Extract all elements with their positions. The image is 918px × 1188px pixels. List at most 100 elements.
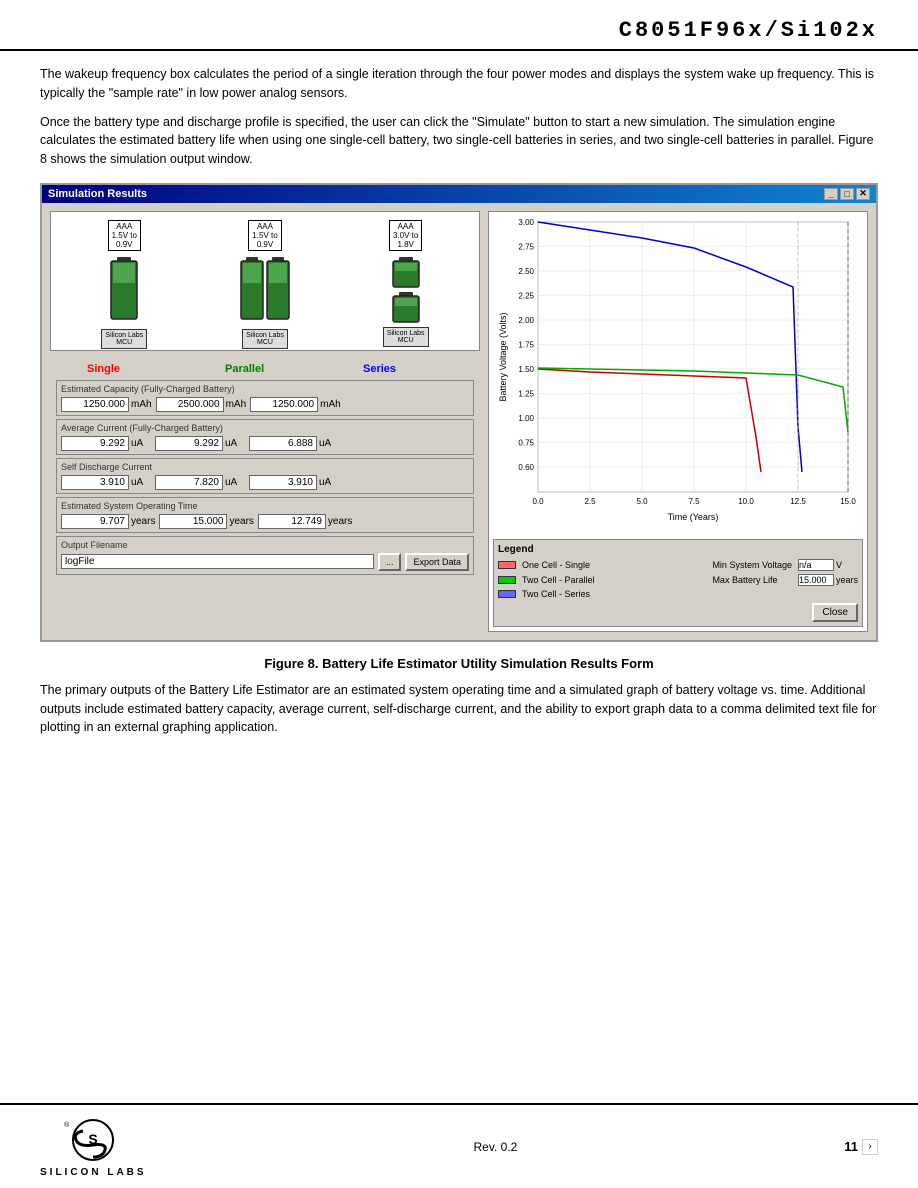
battery-svg-series-2	[391, 292, 421, 325]
battery-chart: 3.00 2.75 2.50 2.25 2.00 1.75 1.50 1.25 …	[489, 212, 867, 532]
battery-label-series: AAA 3.0V to 1.8V	[389, 220, 422, 251]
capacity-title: Estimated Capacity (Fully-Charged Batter…	[61, 384, 469, 394]
capacity-single-input[interactable]	[61, 397, 129, 412]
self-discharge-title: Self Discharge Current	[61, 462, 469, 472]
self-discharge-series-group: uA	[249, 475, 339, 490]
next-page-arrow[interactable]: ›	[862, 1139, 878, 1155]
footer-page-area: 11 ›	[844, 1139, 878, 1155]
battery-config-single: AAA 1.5V to 0.9V Silicon LabsMC	[101, 220, 147, 342]
page-container: C8051F96x/Si102x The wakeup frequency bo…	[0, 0, 918, 1188]
mcu-label-single: Silicon LabsMCU	[101, 329, 147, 349]
svg-text:1.75: 1.75	[518, 340, 534, 349]
op-time-parallel-group: years	[159, 514, 253, 529]
svg-text:Battery Voltage (Volts): Battery Voltage (Volts)	[498, 312, 508, 401]
avg-current-title: Average Current (Fully-Charged Battery)	[61, 423, 469, 433]
avg-current-series-unit: uA	[319, 438, 337, 449]
self-discharge-parallel-group: uA	[155, 475, 245, 490]
figure-caption: Figure 8. Battery Life Estimator Utility…	[40, 656, 878, 671]
self-discharge-single-input[interactable]	[61, 475, 129, 490]
self-discharge-parallel-unit: uA	[225, 477, 243, 488]
svg-text:2.5: 2.5	[584, 497, 596, 506]
output-filename-section: Output Filename ... Export Data	[56, 536, 474, 575]
output-filename-title: Output Filename	[61, 540, 469, 550]
self-discharge-row: uA uA uA	[61, 475, 469, 490]
page-number: 11	[844, 1139, 858, 1154]
minimize-button[interactable]: _	[824, 188, 838, 200]
silicon-labs-logo-svg: S ®	[58, 1115, 128, 1165]
sim-body: AAA 1.5V to 0.9V Silicon LabsMC	[42, 203, 876, 640]
legend-close-button[interactable]: Close	[812, 603, 858, 622]
battery-diagram-area: AAA 1.5V to 0.9V Silicon LabsMC	[50, 211, 480, 351]
svg-text:2.00: 2.00	[518, 316, 534, 325]
maximize-button[interactable]: □	[840, 188, 854, 200]
svg-text:10.0: 10.0	[738, 497, 754, 506]
max-life-input[interactable]	[798, 574, 834, 586]
label-parallel: Parallel	[225, 363, 305, 375]
op-time-series-input[interactable]	[258, 514, 326, 529]
min-voltage-input[interactable]	[798, 559, 834, 571]
op-time-single-unit: years	[131, 516, 155, 527]
capacity-single-group: mAh	[61, 397, 152, 412]
svg-text:Time (Years): Time (Years)	[668, 512, 719, 522]
paragraph-2: Once the battery type and discharge prof…	[40, 113, 878, 169]
legend-max-life-group: years	[798, 574, 858, 586]
battery-config-series: AAA 3.0V to 1.8V	[383, 220, 429, 342]
svg-text:®: ®	[64, 1121, 70, 1129]
browse-button[interactable]: ...	[378, 553, 402, 571]
battery-label-parallel: AAA 1.5V to 0.9V	[248, 220, 281, 251]
svg-text:0.0: 0.0	[532, 497, 544, 506]
svg-text:15.0: 15.0	[840, 497, 856, 506]
svg-text:1.25: 1.25	[518, 389, 534, 398]
page-title: C8051F96x/Si102x	[619, 18, 878, 43]
svg-text:12.5: 12.5	[790, 497, 806, 506]
svg-text:7.5: 7.5	[688, 497, 700, 506]
close-button[interactable]: ✕	[856, 188, 870, 200]
output-filename-row: ... Export Data	[61, 553, 469, 571]
op-time-parallel-input[interactable]	[159, 514, 227, 529]
battery-svg-series-1	[391, 257, 421, 290]
avg-current-series-input[interactable]	[249, 436, 317, 451]
op-time-parallel-unit: years	[229, 516, 253, 527]
footer-rev: Rev. 0.2	[474, 1140, 518, 1154]
sim-titlebar: Simulation Results _ □ ✕	[42, 185, 876, 203]
op-time-single-input[interactable]	[61, 514, 129, 529]
svg-text:2.25: 2.25	[518, 291, 534, 300]
sim-right-panel: 3.00 2.75 2.50 2.25 2.00 1.75 1.50 1.25 …	[488, 211, 868, 632]
self-discharge-parallel-input[interactable]	[155, 475, 223, 490]
svg-text:1.00: 1.00	[518, 414, 534, 423]
body-paragraph: The primary outputs of the Battery Life …	[40, 681, 878, 737]
svg-text:S: S	[89, 1131, 98, 1147]
self-discharge-series-input[interactable]	[249, 475, 317, 490]
legend-grid: One Cell - Single Min System Voltage V T…	[498, 559, 858, 599]
capacity-series-group: mAh	[250, 397, 341, 412]
capacity-series-input[interactable]	[250, 397, 318, 412]
mcu-label-series: Silicon LabsMCU	[383, 327, 429, 347]
avg-current-series-group: uA	[249, 436, 339, 451]
self-discharge-series-unit: uA	[319, 477, 337, 488]
capacity-parallel-input[interactable]	[156, 397, 224, 412]
svg-text:5.0: 5.0	[636, 497, 648, 506]
svg-text:0.75: 0.75	[518, 438, 534, 447]
output-filename-input[interactable]	[61, 554, 374, 569]
export-button[interactable]: Export Data	[405, 553, 469, 571]
legend-min-voltage-group: V	[798, 559, 858, 571]
mcu-label-parallel: Silicon LabsMCU	[242, 329, 288, 349]
operating-time-section: Estimated System Operating Time years ye…	[56, 497, 474, 533]
legend-label-min-voltage: Min System Voltage	[712, 560, 792, 570]
operating-time-row: years years years	[61, 514, 469, 529]
footer-logo-text: SILICON LABS	[40, 1167, 147, 1178]
label-series: Series	[363, 363, 443, 375]
close-btn-container: Close	[498, 603, 858, 622]
footer: S ® SILICON LABS Rev. 0.2 11 ›	[0, 1103, 918, 1188]
capacity-parallel-unit: mAh	[226, 399, 247, 410]
capacity-parallel-group: mAh	[156, 397, 247, 412]
legend-label-parallel: Two Cell - Parallel	[522, 575, 706, 585]
svg-text:3.00: 3.00	[518, 218, 534, 227]
avg-current-single-input[interactable]	[61, 436, 129, 451]
self-discharge-section: Self Discharge Current uA uA	[56, 458, 474, 494]
sim-title: Simulation Results	[48, 188, 147, 200]
sim-left-panel: AAA 1.5V to 0.9V Silicon LabsMC	[50, 211, 480, 632]
avg-current-parallel-input[interactable]	[155, 436, 223, 451]
label-single: Single	[87, 363, 167, 375]
battery-svg-single	[109, 257, 139, 327]
